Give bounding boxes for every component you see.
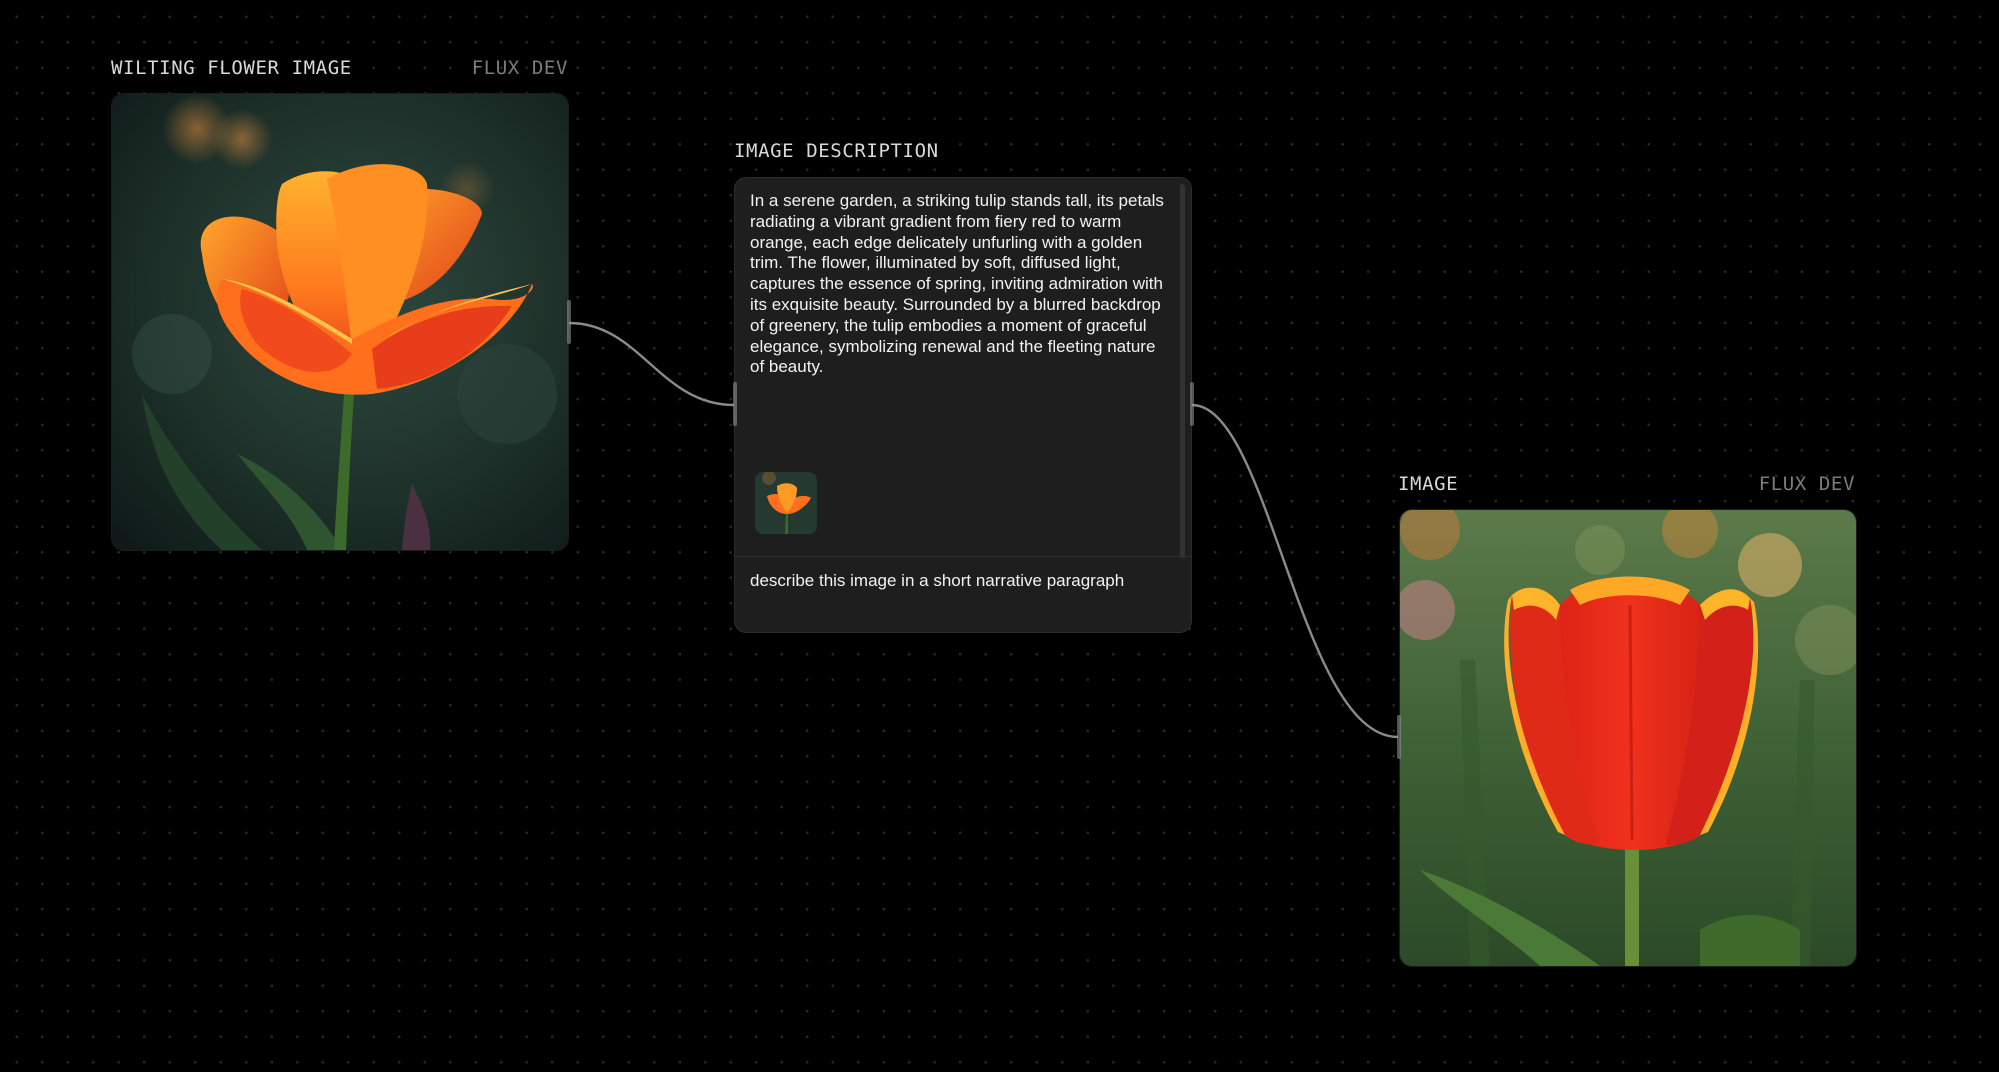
image-description-card[interactable]: In a serene garden, a striking tulip sta… <box>734 177 1192 633</box>
red-tulip-image <box>1400 510 1856 966</box>
source-image-output-handle[interactable] <box>567 300 571 344</box>
edge-source-to-description <box>568 321 735 407</box>
attached-image-thumbnail[interactable] <box>755 472 817 534</box>
result-image-node-header[interactable]: IMAGE FLUX DEV <box>1398 473 1855 495</box>
result-image-input-handle[interactable] <box>1397 715 1401 759</box>
workflow-canvas[interactable]: WILTING FLOWER IMAGE FLUX DEV IMAGE DESC… <box>0 0 1999 1072</box>
prompt-divider <box>735 556 1191 557</box>
description-output-text: In a serene garden, a striking tulip sta… <box>750 191 1164 377</box>
description-scrollbar[interactable] <box>1180 184 1185 558</box>
result-image-card[interactable] <box>1399 509 1857 967</box>
wilting-tulip-image <box>112 94 568 550</box>
source-image-card[interactable] <box>111 93 569 551</box>
source-image-model-label[interactable]: FLUX DEV <box>472 57 568 79</box>
prompt-input[interactable]: describe this image in a short narrative… <box>750 571 1130 592</box>
source-image-node-header[interactable]: WILTING FLOWER IMAGE FLUX DEV <box>111 57 568 79</box>
result-image-node-title: IMAGE <box>1398 473 1459 495</box>
result-image-model-label[interactable]: FLUX DEV <box>1759 473 1855 495</box>
image-description-node-header[interactable]: IMAGE DESCRIPTION <box>734 140 1192 162</box>
image-description-node-title: IMAGE DESCRIPTION <box>734 140 939 162</box>
source-image-node-title: WILTING FLOWER IMAGE <box>111 57 352 79</box>
description-output-handle[interactable] <box>1190 382 1194 426</box>
thumbnail-tulip-image <box>755 472 817 534</box>
description-input-handle[interactable] <box>733 382 737 426</box>
edge-description-to-image <box>1191 403 1399 739</box>
